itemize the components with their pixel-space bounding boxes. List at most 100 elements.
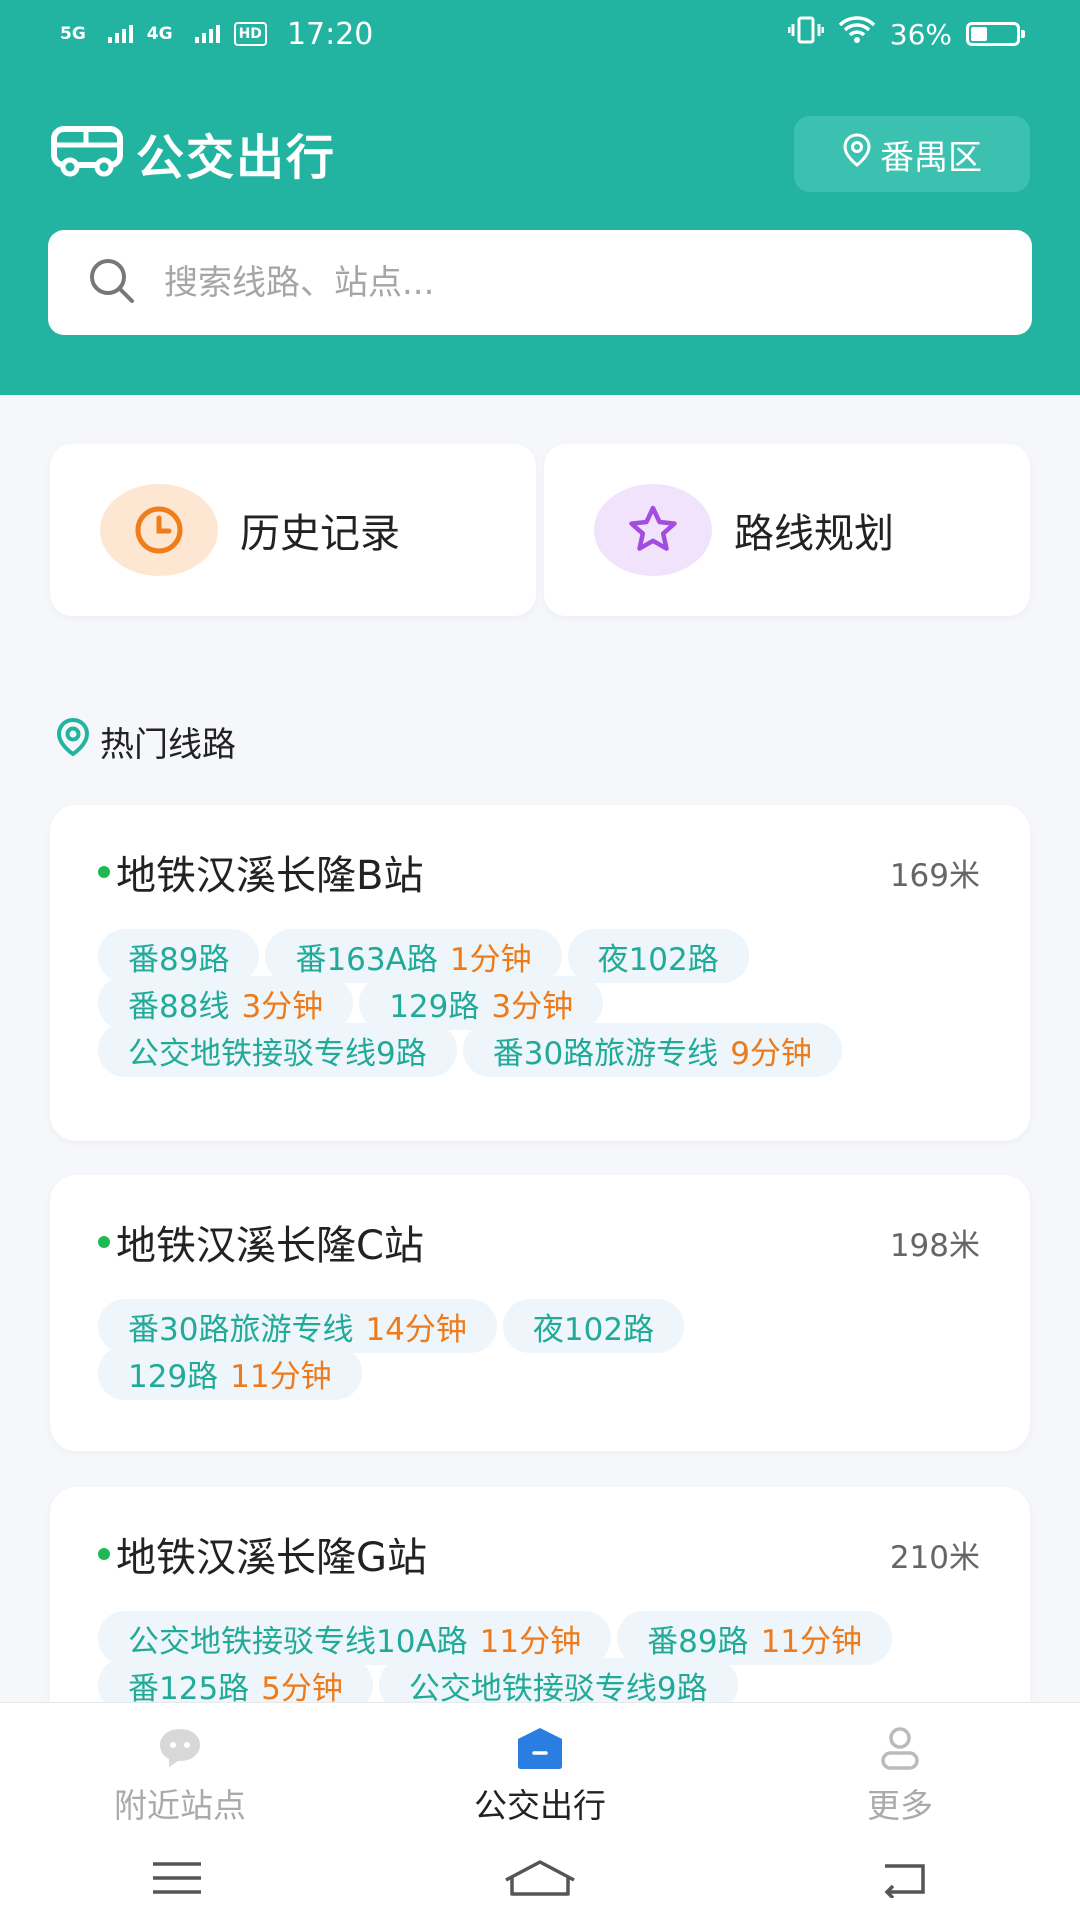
route-eta: 3分钟 <box>241 988 324 1025</box>
station-card[interactable]: 地铁汉溪长隆B站 169米 番89路 番163A路 1分钟 夜102路 番88线 3分钟 129… <box>50 805 1030 1141</box>
network-5g-label: 5G <box>60 24 86 44</box>
route-eta: 14分钟 <box>365 1311 467 1348</box>
route-line-name: 番30路旅游专线 <box>128 1311 354 1348</box>
station-header: 地铁汉溪长隆C站 198米 <box>98 1213 980 1271</box>
status-dot <box>98 866 110 878</box>
bus-icon <box>50 123 126 183</box>
station-name: 地铁汉溪长隆B站 <box>98 843 423 901</box>
route-line-name: 129路 <box>128 1358 219 1395</box>
route-line-name: 番89路 <box>128 941 230 978</box>
route-tag-row: 公交地铁接驳专线9路 番30路旅游专线 9分钟 <box>98 1023 980 1077</box>
station-name-text: 地铁汉溪长隆C站 <box>116 1223 424 1269</box>
route-line-name: 129路 <box>389 988 480 1025</box>
route-line-name: 夜102路 <box>597 941 719 978</box>
tab-label: 公交出行 <box>474 1786 606 1825</box>
route-eta: 11分钟 <box>760 1623 863 1660</box>
status-bar: 5G 4G HD 17:20 36% <box>60 14 1025 54</box>
tab-nearby-stops[interactable]: 附近站点 <box>30 1725 330 1827</box>
route-planning-button[interactable]: 路线规划 <box>544 444 1030 616</box>
network-4g-label: 4G <box>146 24 173 44</box>
station-card[interactable]: 地铁汉溪长隆C站 198米番30路旅游专线 14分钟 夜102路 129路 11分钟 <box>50 1175 1030 1451</box>
route-tag[interactable]: 番89路 <box>98 929 260 983</box>
route-tag-row: 公交地铁接驳专线10A路 11分钟 番89路 11分钟 <box>98 1611 980 1665</box>
page-title: 公交出行 <box>136 130 337 186</box>
search-input[interactable] <box>164 262 924 303</box>
route-tag[interactable]: 129路 3分钟 <box>359 976 604 1030</box>
station-distance: 210米 <box>889 1539 980 1576</box>
route-tag[interactable]: 公交地铁接驳专线9路 <box>98 1023 457 1077</box>
search-icon <box>86 255 138 311</box>
user-icon <box>750 1725 1050 1771</box>
station-name-text: 地铁汉溪长隆B站 <box>116 853 424 899</box>
header: 5G 4G HD 17:20 36% 公交出行 番禺区 搜索线路、站点... <box>0 0 1080 395</box>
district-selector[interactable]: 番禺区 <box>794 116 1030 192</box>
route-line-name: 夜102路 <box>532 1311 655 1348</box>
location-pin-icon <box>842 132 872 176</box>
chat-bubble-icon <box>30 1725 330 1771</box>
route-line-name: 公交地铁接驳专线9路 <box>408 1670 708 1707</box>
signal-icon <box>107 25 133 43</box>
route-eta: 3分钟 <box>491 988 574 1025</box>
route-eta: 11分钟 <box>230 1358 332 1395</box>
route-tag-row: 番30路旅游专线 14分钟 夜102路 <box>98 1299 980 1353</box>
vibrate-icon <box>787 16 825 52</box>
route-tag-row: 129路 11分钟 <box>98 1346 980 1400</box>
route-eta: 1分钟 <box>449 941 532 978</box>
route-tag-row: 番89路 番163A路 1分钟 夜102路 <box>98 929 980 983</box>
menu-icon[interactable] <box>149 1858 205 1902</box>
section-title: 热门线路 <box>100 725 236 765</box>
system-nav-bar <box>0 1840 1080 1920</box>
battery-percent: 36% <box>889 17 952 51</box>
route-tag[interactable]: 番89路 11分钟 <box>617 1611 893 1665</box>
station-name-text: 地铁汉溪长隆G站 <box>116 1535 427 1581</box>
route-tag-row: 番88线 3分钟 129路 3分钟 <box>98 976 980 1030</box>
route-tag[interactable]: 夜102路 <box>567 929 749 983</box>
signal-icon <box>194 25 220 43</box>
route-line-name: 公交地铁接驳专线9路 <box>128 1035 427 1072</box>
section-header: 热门线路 <box>52 716 236 767</box>
station-header: 地铁汉溪长隆G站 210米 <box>98 1525 980 1583</box>
route-eta: 9分钟 <box>730 1035 812 1072</box>
route-tag[interactable]: 公交地铁接驳专线10A路 11分钟 <box>98 1611 612 1665</box>
station-name: 地铁汉溪长隆C站 <box>98 1213 424 1271</box>
station-header: 地铁汉溪长隆B站 169米 <box>98 843 980 901</box>
tab-bus-travel[interactable]: 公交出行 <box>390 1725 690 1827</box>
station-distance: 169米 <box>889 857 980 894</box>
location-pin-icon <box>52 716 94 767</box>
route-line-name: 番89路 <box>647 1623 749 1660</box>
home-icon <box>390 1725 690 1771</box>
route-planning-label: 路线规划 <box>734 511 894 557</box>
back-icon[interactable] <box>875 1858 931 1902</box>
route-tag[interactable]: 番30路旅游专线 9分钟 <box>462 1023 842 1077</box>
status-dot <box>98 1236 110 1248</box>
route-tag[interactable]: 番88线 3分钟 <box>98 976 354 1030</box>
app-screen: 5G 4G HD 17:20 36% 公交出行 番禺区 搜索线路、站点... 历… <box>0 0 1080 1920</box>
history-button[interactable]: 历史记录 <box>50 444 536 616</box>
status-dot <box>98 1548 110 1560</box>
route-line-name: 番163A路 <box>295 941 438 978</box>
route-eta: 11分钟 <box>479 1623 582 1660</box>
hd-icon: HD <box>233 22 267 46</box>
tab-more[interactable]: 更多 <box>750 1725 1050 1827</box>
route-line-name: 番125路 <box>128 1670 250 1707</box>
tab-label: 更多 <box>867 1786 933 1825</box>
route-tag[interactable]: 番163A路 1分钟 <box>265 929 562 983</box>
search-bar[interactable] <box>48 230 1032 335</box>
history-label: 历史记录 <box>240 511 400 557</box>
wifi-icon <box>838 16 876 52</box>
route-tag[interactable]: 129路 11分钟 <box>98 1346 362 1400</box>
route-tag[interactable]: 番30路旅游专线 14分钟 <box>98 1299 497 1353</box>
app-title-row: 公交出行 <box>50 118 336 188</box>
star-icon <box>594 484 712 576</box>
clock-icon <box>100 484 218 576</box>
battery-level <box>971 27 987 41</box>
battery-icon <box>966 22 1025 46</box>
home-nav-icon[interactable] <box>502 1858 578 1902</box>
district-label: 番禺区 <box>880 137 982 178</box>
clock-time: 17:20 <box>286 16 374 52</box>
route-line-name: 番30路旅游专线 <box>492 1035 719 1072</box>
route-tag[interactable]: 夜102路 <box>502 1299 685 1353</box>
station-distance: 198米 <box>889 1227 980 1264</box>
route-line-name: 公交地铁接驳专线10A路 <box>128 1623 468 1660</box>
tab-label: 附近站点 <box>114 1786 246 1825</box>
